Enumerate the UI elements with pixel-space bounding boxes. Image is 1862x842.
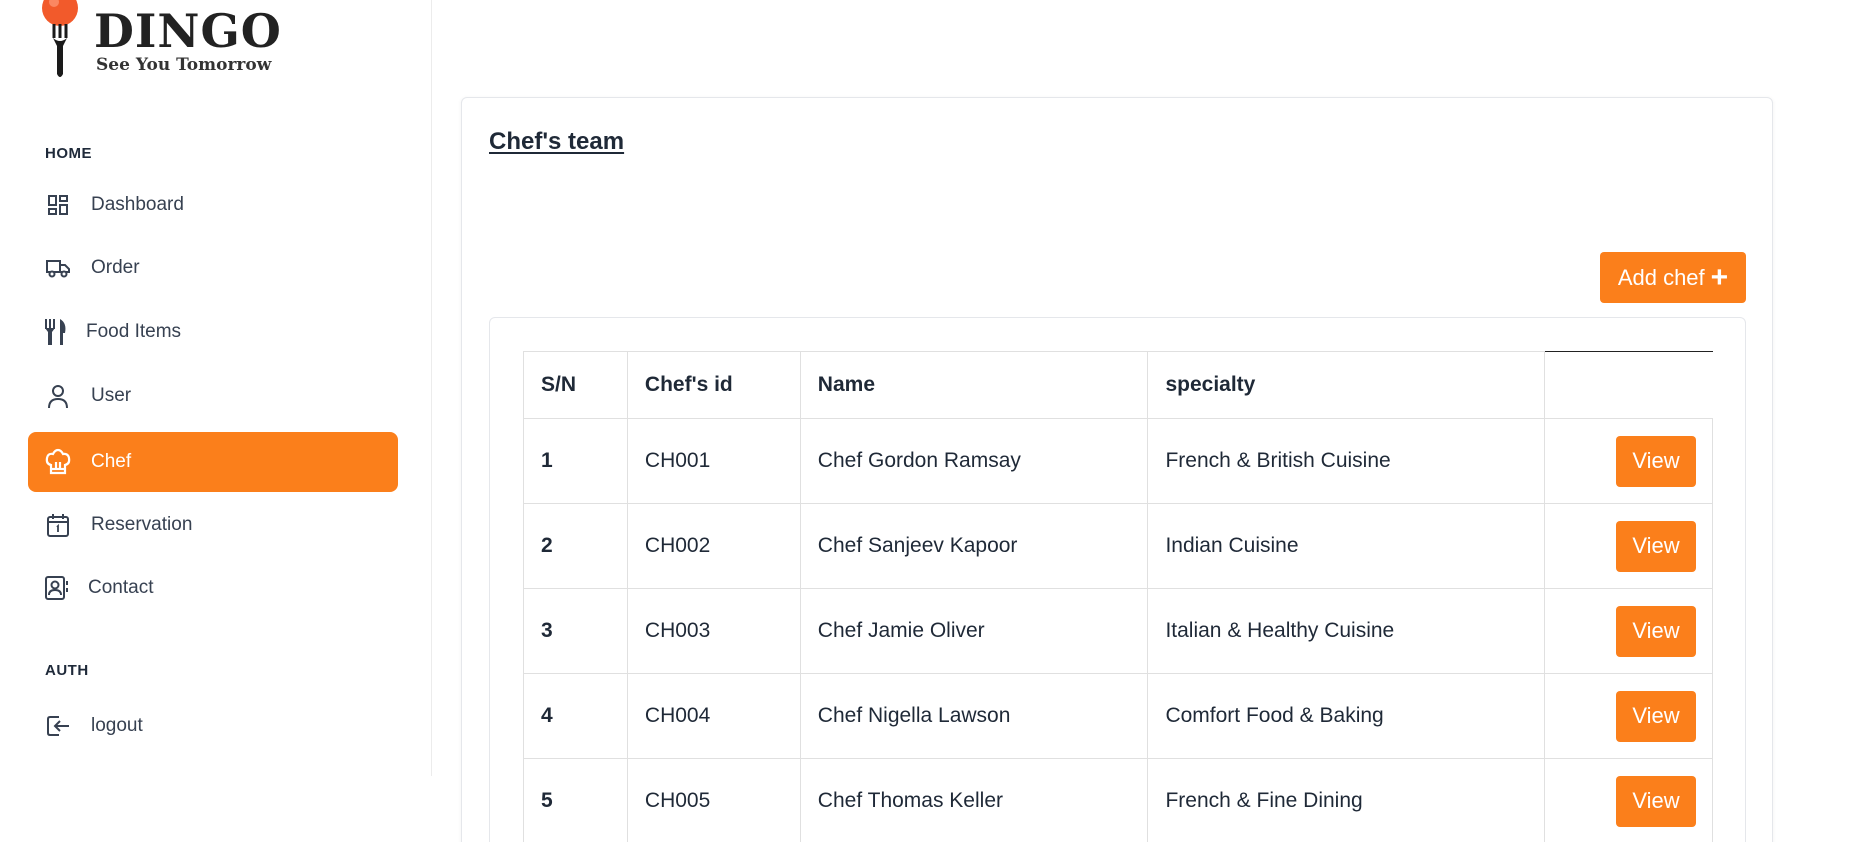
- add-chef-label: Add chef: [1617, 264, 1705, 290]
- cell-name: Chef Jamie Oliver: [799, 588, 1149, 674]
- sidebar-item-reservation[interactable]: Reservation: [28, 495, 398, 555]
- sidebar-item-label: Reservation: [91, 514, 193, 535]
- column-header-chef-id: Chef's id: [626, 351, 801, 419]
- view-button[interactable]: View: [1616, 690, 1696, 742]
- user-icon: [43, 381, 73, 411]
- truck-icon: [43, 253, 73, 283]
- cell-sn: 5: [523, 758, 628, 842]
- sidebar-item-label: User: [91, 385, 132, 406]
- sidebar-item-dashboard[interactable]: Dashboard: [28, 175, 398, 235]
- cell-specialty: Indian Cuisine: [1147, 503, 1546, 589]
- view-button[interactable]: View: [1616, 435, 1696, 487]
- column-header-actions: [1544, 351, 1713, 419]
- cell-name: Chef Thomas Keller: [799, 758, 1149, 842]
- chef-hat-icon: [43, 447, 73, 477]
- column-header-name: Name: [799, 351, 1149, 419]
- table-row: 1 CH001 Chef Gordon Ramsay French & Brit…: [523, 418, 1713, 504]
- sidebar-item-label: Chef: [91, 451, 132, 472]
- section-label-home: HOME: [45, 145, 92, 162]
- cell-specialty: French & British Cuisine: [1147, 418, 1546, 504]
- logout-label: logout: [91, 715, 143, 736]
- page-title[interactable]: Chef's team: [489, 128, 624, 156]
- cell-chef-id: CH004: [626, 673, 801, 759]
- chef-team-card: Chef's team Add chef + S/N Chef's id Nam…: [461, 97, 1773, 842]
- cell-sn: 4: [523, 673, 628, 759]
- cell-chef-id: CH003: [626, 588, 801, 674]
- cell-chef-id: CH005: [626, 758, 801, 842]
- sidebar-item-label: Food Items: [86, 321, 182, 342]
- table-row: 2 CH002 Chef Sanjeev Kapoor Indian Cuisi…: [523, 503, 1713, 589]
- view-button[interactable]: View: [1616, 605, 1696, 657]
- table-row: 4 CH004 Chef Nigella Lawson Comfort Food…: [523, 673, 1713, 759]
- cell-specialty: Comfort Food & Baking: [1147, 673, 1546, 759]
- sidebar: DINGO See You Tomorrow HOME Dashboard Or…: [0, 0, 432, 776]
- table-row: 5 CH005 Chef Thomas Keller French & Fine…: [523, 758, 1713, 842]
- sidebar-item-user[interactable]: User: [28, 366, 398, 426]
- cell-actions: View: [1544, 758, 1713, 842]
- view-button[interactable]: View: [1616, 520, 1696, 572]
- sidebar-item-label: Dashboard: [91, 194, 184, 215]
- contact-card-icon: [42, 573, 72, 603]
- cell-actions: View: [1544, 418, 1713, 504]
- sidebar-item-label: Order: [91, 257, 140, 278]
- cell-name: Chef Nigella Lawson: [799, 673, 1149, 759]
- cell-actions: View: [1544, 588, 1713, 674]
- brand-logo[interactable]: DINGO See You Tomorrow: [40, 0, 282, 90]
- logout-button[interactable]: logout: [28, 696, 398, 756]
- dashboard-icon: [43, 190, 73, 220]
- cell-actions: View: [1544, 503, 1713, 589]
- sidebar-item-order[interactable]: Order: [28, 238, 398, 298]
- section-label-auth: AUTH: [45, 662, 89, 679]
- cell-sn: 2: [523, 503, 628, 589]
- cell-sn: 1: [523, 418, 628, 504]
- table-row: 3 CH003 Chef Jamie Oliver Italian & Heal…: [523, 588, 1713, 674]
- column-header-sn: S/N: [523, 351, 628, 419]
- logout-icon: [43, 711, 73, 741]
- sidebar-item-food-items[interactable]: Food Items: [28, 302, 398, 362]
- add-chef-button[interactable]: Add chef +: [1600, 252, 1746, 303]
- cell-chef-id: CH002: [626, 503, 801, 589]
- brand-tagline: See You Tomorrow: [96, 55, 272, 75]
- chef-table-container: S/N Chef's id Name specialty 1 CH001 Che…: [489, 317, 1746, 842]
- cell-name: Chef Sanjeev Kapoor: [799, 503, 1149, 589]
- cell-sn: 3: [523, 588, 628, 674]
- table-header-row: S/N Chef's id Name specialty: [523, 351, 1713, 419]
- cell-chef-id: CH001: [626, 418, 801, 504]
- column-header-specialty: specialty: [1147, 351, 1546, 419]
- sidebar-item-contact[interactable]: Contact: [28, 558, 398, 618]
- calendar-icon: [43, 510, 73, 540]
- cell-specialty: French & Fine Dining: [1147, 758, 1546, 842]
- cell-specialty: Italian & Healthy Cuisine: [1147, 588, 1546, 674]
- fork-pin-logo-icon: [42, 0, 78, 77]
- cell-actions: View: [1544, 673, 1713, 759]
- view-button[interactable]: View: [1616, 775, 1696, 827]
- cell-name: Chef Gordon Ramsay: [799, 418, 1149, 504]
- plus-icon: +: [1710, 260, 1729, 294]
- sidebar-item-chef[interactable]: Chef: [28, 432, 398, 492]
- sidebar-item-label: Contact: [88, 577, 154, 598]
- fork-knife-icon: [40, 317, 70, 347]
- brand-name: DINGO: [94, 4, 282, 58]
- chef-table: S/N Chef's id Name specialty 1 CH001 Che…: [523, 351, 1713, 842]
